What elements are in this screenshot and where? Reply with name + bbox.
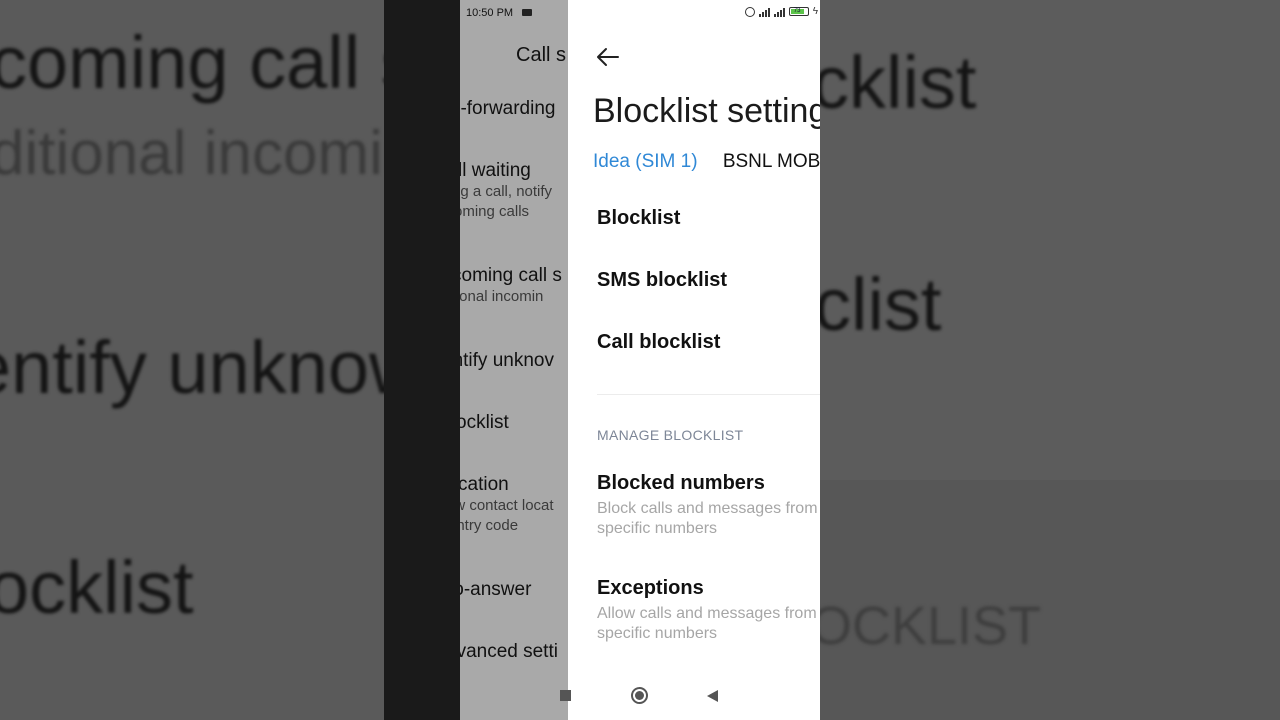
back-button-icon[interactable] xyxy=(707,690,718,702)
row-title: Exceptions xyxy=(597,577,704,599)
previous-item-title: coming call s xyxy=(460,265,562,286)
bg-text: ocklist xyxy=(0,546,194,629)
navigation-bar xyxy=(568,672,820,720)
call-blocklist-row[interactable]: Call blocklist xyxy=(597,331,720,354)
previous-item-title: to-answer xyxy=(460,579,532,600)
previous-screen-title: Call s xyxy=(516,44,567,66)
bg-text: OCKLIST xyxy=(820,596,1042,656)
blocklist-toggle-row[interactable]: Blocklist xyxy=(597,207,680,230)
bg-text: cklist xyxy=(820,41,977,124)
previous-list-item: ll waiting ng a call, notify oming calls xyxy=(460,160,552,222)
previous-item-title: ll waiting xyxy=(460,160,531,181)
tab-sim-1[interactable]: Idea (SIM 1) xyxy=(593,151,698,173)
previous-list-item: coming call s ditional incomin xyxy=(460,265,562,307)
row-title: Blocklist xyxy=(597,207,681,229)
bg-text: entify unknow xyxy=(0,326,384,409)
video-camera-icon xyxy=(522,9,532,16)
background-blur-left: coming call s ditional incominc entify u… xyxy=(0,0,384,720)
previous-list-item: to-answer xyxy=(460,579,531,601)
signal-icon xyxy=(758,7,770,17)
previous-item-subtitle: untry code xyxy=(460,517,519,534)
previous-list-item: cation ow contact locat untry code xyxy=(460,474,554,536)
row-subtitle: specific numbers xyxy=(597,520,718,537)
phone-screen: 10:50 PM Call s ll-forwarding ll waiting… xyxy=(460,0,820,720)
bg-text: ditional incominc xyxy=(0,119,384,188)
recents-button-icon[interactable] xyxy=(560,690,571,701)
background-blur-right: cklist clist OCKLIST xyxy=(820,0,1280,720)
status-bar: 73 ϟ xyxy=(568,0,820,28)
sim-tabs: Idea (SIM 1) BSNL MOBILE xyxy=(593,151,820,173)
previous-item-subtitle: ow contact locat xyxy=(460,497,554,514)
alarm-icon xyxy=(744,6,755,17)
previous-screen: 10:50 PM Call s ll-forwarding ll waiting… xyxy=(460,0,568,720)
signal-icon xyxy=(773,7,785,17)
previous-list-item: ocklist xyxy=(460,412,509,434)
previous-item-title: entify unknov xyxy=(460,350,554,371)
home-button-icon[interactable] xyxy=(631,687,648,704)
previous-item-subtitle: oming calls xyxy=(460,203,530,220)
previous-item-title: dvanced setti xyxy=(460,641,558,662)
divider xyxy=(597,394,820,395)
previous-list-item: entify unknov xyxy=(460,350,554,372)
status-icons: 73 ϟ xyxy=(744,6,818,17)
row-title: Blocked numbers xyxy=(597,472,765,494)
row-subtitle: Block calls and messages from xyxy=(597,500,818,517)
back-arrow-icon[interactable] xyxy=(596,46,620,68)
charging-icon: ϟ xyxy=(812,6,818,17)
tab-sim-2[interactable]: BSNL MOBILE xyxy=(723,151,820,173)
row-subtitle: Allow calls and messages from xyxy=(597,605,817,622)
exceptions-row[interactable]: Exceptions Allow calls and messages from… xyxy=(597,577,817,644)
previous-nav-area xyxy=(460,672,568,720)
previous-item-title: cation xyxy=(460,474,509,495)
blocked-numbers-row[interactable]: Blocked numbers Block calls and messages… xyxy=(597,472,818,539)
status-time: 10:50 PM xyxy=(466,7,514,19)
previous-list-item: ll-forwarding xyxy=(460,98,555,120)
blocklist-settings-panel: 73 ϟ Blocklist settings Idea (SIM 1) BSN… xyxy=(568,0,820,720)
row-title: Call blocklist xyxy=(597,331,721,353)
previous-item-subtitle: ditional incomin xyxy=(460,288,544,305)
previous-item-title: ll-forwarding xyxy=(460,98,556,119)
row-title: SMS blocklist xyxy=(597,269,728,291)
previous-item-title: ocklist xyxy=(460,412,509,433)
bg-text: coming call s xyxy=(0,21,384,104)
section-heading-manage-blocklist: MANAGE BLOCKLIST xyxy=(597,427,744,443)
previous-item-subtitle: ng a call, notify xyxy=(460,183,553,200)
sms-blocklist-row[interactable]: SMS blocklist xyxy=(597,269,727,292)
screen: coming call s ditional incominc entify u… xyxy=(0,0,1280,720)
row-subtitle: specific numbers xyxy=(597,625,718,642)
page-title: Blocklist settings xyxy=(593,92,820,130)
battery-level: 73 xyxy=(790,8,804,14)
bg-text: clist xyxy=(820,263,942,346)
previous-list-item: dvanced setti xyxy=(460,641,558,663)
battery-icon: 73 xyxy=(788,7,809,16)
